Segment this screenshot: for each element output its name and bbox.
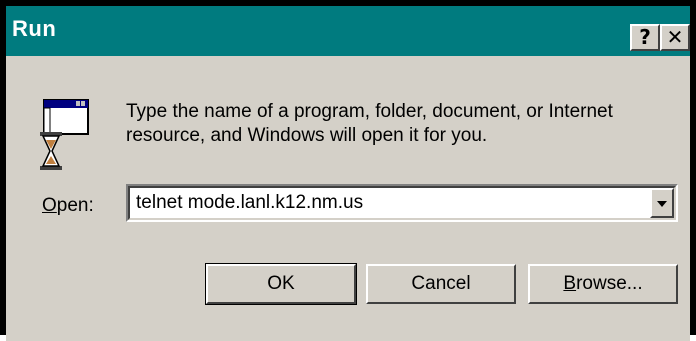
cancel-button[interactable]: Cancel [366,264,516,304]
open-label-text: pen: [56,195,94,216]
chevron-down-icon [657,201,667,207]
run-program-icon [40,99,89,170]
instruction-line-1: Type the name of a program, folder, docu… [126,101,613,122]
ok-button[interactable]: OK [205,263,357,305]
dialog-body: Type the name of a program, folder, docu… [6,56,690,341]
close-icon: ✕ [666,25,684,49]
close-button[interactable]: ✕ [660,24,690,51]
open-input[interactable] [132,190,650,216]
title-bar[interactable]: Run ? ✕ [6,6,690,56]
help-button[interactable]: ? [630,24,660,51]
browse-label: rowse... [576,273,643,294]
browse-accelerator: B [563,273,577,294]
open-combobox[interactable] [126,184,678,222]
open-label-accelerator: O [42,195,57,216]
open-combobox-frame [128,186,676,220]
open-label: Open: [42,195,94,217]
instruction-line-2: resource, and Windows will open it for y… [126,125,488,146]
browse-button[interactable]: Browse... [528,264,678,304]
instruction-text: Type the name of a program, folder, docu… [126,100,666,148]
window-title: Run [12,16,57,41]
run-dialog: Run ? ✕ Type the name of a program, fold… [0,0,696,341]
open-dropdown-button[interactable] [650,188,674,218]
